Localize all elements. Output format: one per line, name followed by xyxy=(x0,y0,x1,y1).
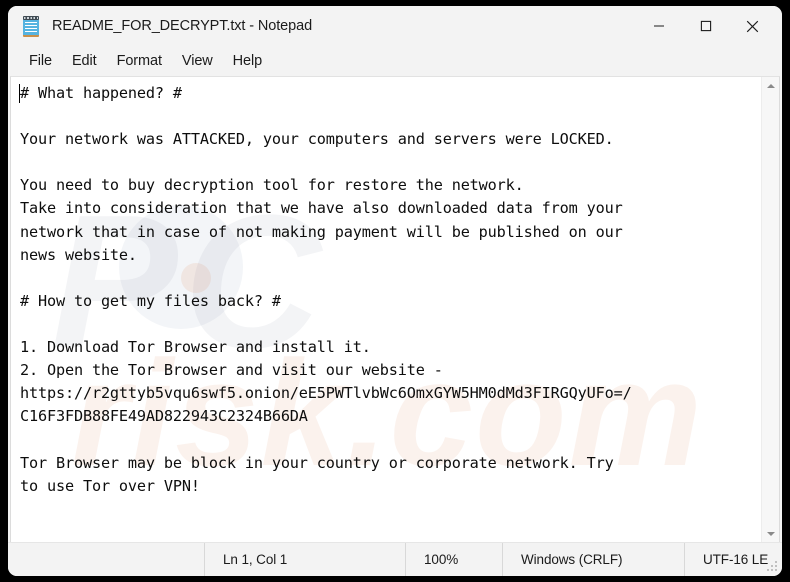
maximize-button[interactable] xyxy=(682,6,729,46)
window-controls xyxy=(635,6,782,46)
menu-item-file[interactable]: File xyxy=(19,50,62,72)
text-editor[interactable]: PC risk.com # What happened? # Your netw… xyxy=(11,77,761,542)
menu-item-edit[interactable]: Edit xyxy=(62,50,107,72)
scrollbar-track[interactable] xyxy=(762,94,779,525)
scroll-up-button[interactable] xyxy=(762,77,779,94)
menu-item-format[interactable]: Format xyxy=(107,50,172,72)
scroll-down-icon xyxy=(766,531,775,536)
minimize-button[interactable] xyxy=(635,6,682,46)
vertical-scrollbar[interactable] xyxy=(761,77,779,542)
status-bar-spacer xyxy=(8,543,204,576)
ransom-note-text[interactable]: # What happened? # Your network was ATTA… xyxy=(11,77,761,498)
notepad-window: README_FOR_DECRYPT.txt - Notepad File Ed… xyxy=(8,6,782,576)
close-icon xyxy=(746,20,759,32)
maximize-icon xyxy=(700,20,711,32)
scroll-up-icon xyxy=(766,83,775,88)
window-title: README_FOR_DECRYPT.txt - Notepad xyxy=(52,18,313,34)
status-line-ending[interactable]: Windows (CRLF) xyxy=(502,543,684,576)
text-caret xyxy=(19,84,20,103)
menu-bar: File Edit Format View Help xyxy=(8,46,782,76)
minimize-icon xyxy=(653,25,664,27)
scroll-down-button[interactable] xyxy=(762,525,779,542)
status-bar: Ln 1, Col 1 100% Windows (CRLF) UTF-16 L… xyxy=(8,542,782,576)
notepad-icon xyxy=(22,15,41,37)
title-bar-left: README_FOR_DECRYPT.txt - Notepad xyxy=(8,15,635,37)
editor-area: PC risk.com # What happened? # Your netw… xyxy=(10,76,780,542)
resize-grip[interactable] xyxy=(767,561,778,572)
menu-item-help[interactable]: Help xyxy=(223,50,272,72)
close-button[interactable] xyxy=(729,6,776,46)
status-cursor-position: Ln 1, Col 1 xyxy=(204,543,405,576)
menu-item-view[interactable]: View xyxy=(172,50,223,72)
status-zoom-level[interactable]: 100% xyxy=(405,543,502,576)
title-bar[interactable]: README_FOR_DECRYPT.txt - Notepad xyxy=(8,6,782,46)
